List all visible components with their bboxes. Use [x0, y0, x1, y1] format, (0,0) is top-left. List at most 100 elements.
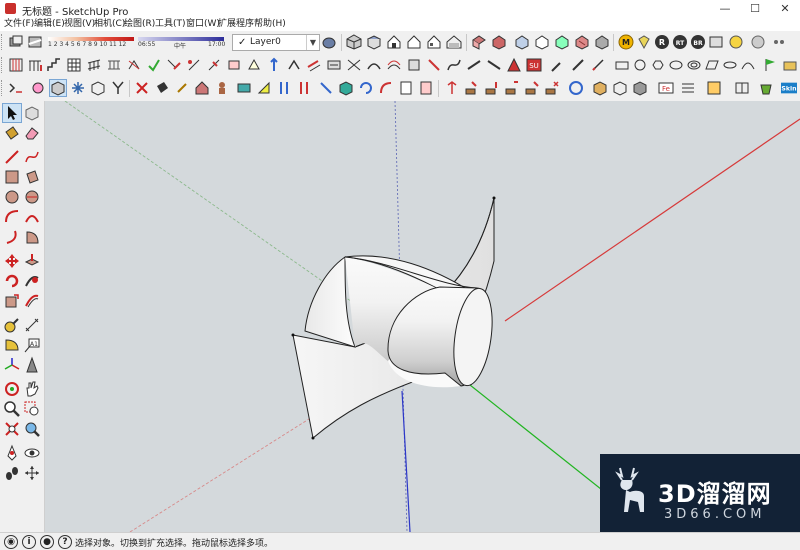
- shadow-toggle-icon[interactable]: [8, 34, 24, 50]
- look-around-tool-icon[interactable]: [23, 444, 41, 462]
- orbit-tool-icon[interactable]: [3, 380, 21, 398]
- joint-push-pull-icon[interactable]: [486, 57, 502, 73]
- shaded-style-icon[interactable]: [554, 34, 570, 50]
- fence-icon[interactable]: [86, 57, 102, 73]
- arc-tool-icon[interactable]: [3, 208, 21, 226]
- sun-ext-icon[interactable]: [506, 57, 522, 73]
- render-frame-icon[interactable]: [708, 34, 724, 50]
- layer-manager-icon[interactable]: [321, 34, 337, 50]
- close-button[interactable]: ✕: [770, 0, 800, 18]
- scale-tool-icon[interactable]: [3, 292, 21, 310]
- shape-circle-icon[interactable]: [632, 57, 648, 73]
- render-rt-icon[interactable]: RT: [672, 34, 688, 50]
- bezier-icon[interactable]: [446, 57, 462, 73]
- connect-icon[interactable]: [286, 57, 302, 73]
- fog-toggle-icon[interactable]: [27, 34, 43, 50]
- xray-style-icon[interactable]: [471, 34, 487, 50]
- solid-box-icon[interactable]: [49, 79, 67, 97]
- array-v-icon[interactable]: [484, 80, 500, 96]
- curve-icon[interactable]: [466, 57, 482, 73]
- array-r-icon[interactable]: [464, 80, 480, 96]
- chevron-down-icon[interactable]: ▼: [306, 35, 319, 50]
- flip-icon[interactable]: [126, 57, 142, 73]
- page-icon[interactable]: [398, 80, 414, 96]
- snowflake-icon[interactable]: [70, 80, 86, 96]
- grid-icon[interactable]: [66, 57, 82, 73]
- offset-edges-icon[interactable]: [246, 57, 262, 73]
- shape-ring-icon[interactable]: [686, 57, 702, 73]
- align-icon[interactable]: [680, 80, 696, 96]
- left-view-icon[interactable]: [446, 34, 462, 50]
- fe-tool-icon[interactable]: Fe: [658, 80, 674, 96]
- render-m-icon[interactable]: M: [618, 34, 634, 50]
- shadow-date-slider[interactable]: 1 2 3 4 5 6 7 8 9 10 11 12: [48, 35, 134, 51]
- previous-view-tool-icon[interactable]: [23, 420, 41, 438]
- render-gem-icon[interactable]: [636, 34, 652, 50]
- tape-measure-tool-icon[interactable]: [3, 316, 21, 334]
- shape-bender-icon[interactable]: [386, 57, 402, 73]
- zoom-extents-tool-icon[interactable]: [3, 420, 21, 438]
- rail-icon[interactable]: [106, 57, 122, 73]
- skin-icon[interactable]: Skin: [781, 80, 797, 96]
- clean-icon[interactable]: [166, 57, 182, 73]
- curve-red-icon[interactable]: [378, 80, 394, 96]
- check-edges-icon[interactable]: [146, 57, 162, 73]
- follow-me-tool-icon[interactable]: [23, 272, 41, 290]
- person-icon[interactable]: [214, 80, 230, 96]
- shape-arc-icon[interactable]: [740, 57, 756, 73]
- paint-icon[interactable]: [570, 57, 586, 73]
- shape-ellipse-icon[interactable]: [668, 57, 684, 73]
- menu-help[interactable]: 帮助(H): [254, 18, 286, 31]
- menu-view[interactable]: 视图(V): [64, 18, 95, 31]
- brush-icon[interactable]: [174, 80, 190, 96]
- wireframe-style-icon[interactable]: [514, 34, 530, 50]
- bucket-green-icon[interactable]: [758, 80, 774, 96]
- credits-icon[interactable]: i: [22, 535, 36, 549]
- su-app-icon[interactable]: SU: [526, 57, 542, 73]
- menu-extensions[interactable]: 扩展程序: [218, 18, 254, 31]
- render-dots-icon[interactable]: [772, 34, 788, 50]
- three-point-arc-tool-icon[interactable]: [3, 228, 21, 246]
- maximize-button[interactable]: ☐: [740, 0, 770, 18]
- rectangle-tool-icon[interactable]: [3, 168, 21, 186]
- render-light-icon[interactable]: [728, 34, 744, 50]
- eraser-tool-icon[interactable]: [23, 124, 41, 142]
- loft-icon[interactable]: [406, 57, 422, 73]
- position-camera-tool-icon[interactable]: [3, 444, 21, 462]
- window-icon[interactable]: [734, 80, 750, 96]
- minimize-button[interactable]: —: [710, 0, 740, 18]
- push-pull-tool-icon[interactable]: [23, 252, 41, 270]
- triangle-icon[interactable]: [256, 80, 272, 96]
- menu-edit[interactable]: 编辑(E): [34, 18, 65, 31]
- front-view-icon[interactable]: [386, 34, 402, 50]
- arrow-diag-icon[interactable]: [318, 80, 334, 96]
- push-face-icon[interactable]: [306, 57, 322, 73]
- move-up-icon[interactable]: [266, 57, 282, 73]
- erase-red-icon[interactable]: [134, 80, 150, 96]
- geolocation-icon[interactable]: ◉: [4, 535, 18, 549]
- render-r-icon[interactable]: R: [654, 34, 670, 50]
- eyedropper-icon[interactable]: [550, 57, 566, 73]
- model-viewport[interactable]: 3D溜溜网 3D66.COM: [45, 101, 800, 532]
- railing-icon[interactable]: [27, 57, 43, 73]
- ruby-console-icon[interactable]: [8, 80, 24, 96]
- walk-tool-icon[interactable]: [3, 464, 21, 482]
- wire-box-icon[interactable]: [90, 80, 106, 96]
- shape-parallelogram-icon[interactable]: [704, 57, 720, 73]
- layer-select[interactable]: ✓ Layer0 ▼: [232, 34, 320, 51]
- rotate-tool-icon[interactable]: [3, 272, 21, 290]
- help-icon[interactable]: ?: [58, 535, 72, 549]
- right-view-icon[interactable]: [406, 34, 422, 50]
- back-view-icon[interactable]: [426, 34, 442, 50]
- folder-icon[interactable]: [782, 57, 798, 73]
- protractor-tool-icon[interactable]: [3, 336, 21, 354]
- zoom-tool-icon[interactable]: [3, 400, 21, 418]
- shape-rect-icon[interactable]: [614, 57, 630, 73]
- text-tool-icon[interactable]: A1: [23, 336, 41, 354]
- monochrome-style-icon[interactable]: [594, 34, 610, 50]
- section-plane-tool-icon[interactable]: [23, 464, 41, 482]
- shape-hex-icon[interactable]: [650, 57, 666, 73]
- polygon-tool-icon[interactable]: [23, 188, 41, 206]
- extrude-icon[interactable]: [206, 57, 222, 73]
- scale-page-icon[interactable]: [418, 80, 434, 96]
